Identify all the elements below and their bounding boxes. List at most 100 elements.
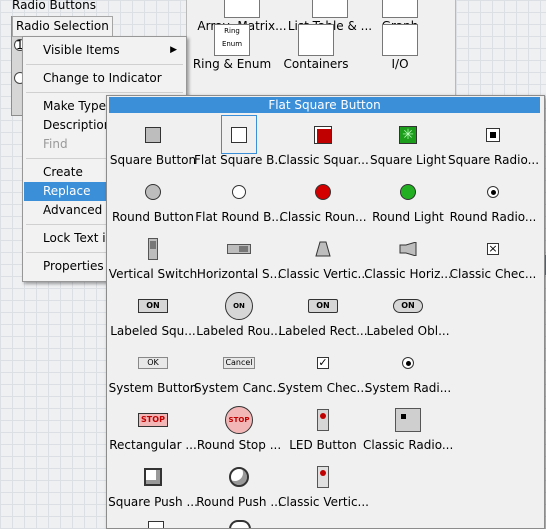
palette-item-round-push[interactable]: Round Push ... <box>196 457 282 514</box>
palette-item-round-light[interactable]: Round Light <box>365 172 451 229</box>
menu-separator <box>26 64 183 65</box>
item-label: Classic Roun... <box>279 210 367 224</box>
item-label: Classic Radio... <box>363 438 453 452</box>
palette-item-classic-vertical-slide[interactable]: Classic Vertic... <box>278 457 368 514</box>
item-label: Round Stop ... <box>196 438 282 452</box>
item-label: Square Push ... <box>108 495 198 509</box>
square-light-icon: ✳ <box>399 126 417 144</box>
palette-item-round-radio[interactable]: Round Radio... <box>450 172 536 229</box>
item-label: Labeled Rect... <box>278 324 368 338</box>
palette-item-square-push[interactable]: Square Push ... <box>108 457 198 514</box>
system-checkbox-icon: ✓ <box>317 356 329 369</box>
palette-item-classic-checkbox[interactable]: × Classic Chec... <box>450 229 536 286</box>
palette-item-label: Containers <box>283 57 349 71</box>
radio-selection-title: Radio Selection 1 <box>12 16 113 52</box>
labeled-rectangular-button-icon: ON <box>308 299 338 313</box>
classic-vertical-slide-icon <box>317 466 329 488</box>
palette-item-round-button[interactable]: Round Button <box>110 172 196 229</box>
palette-item-io[interactable]: I/O <box>355 24 445 71</box>
item-label: System Canc... <box>194 381 284 395</box>
containers-icon <box>298 24 334 56</box>
palette-item-labeled-round[interactable]: ON Labeled Rou... <box>196 286 282 343</box>
rectangular-stop-button-icon: STOP <box>138 413 168 427</box>
square-button-icon <box>145 127 161 143</box>
palette-item-ring-enum[interactable]: Ring Enum Ring & Enum <box>187 24 277 71</box>
palette-item-horizontal-switch[interactable]: Horizontal S... <box>196 229 282 286</box>
palette-item-labeled-square[interactable]: ON Labeled Squ... <box>110 286 196 343</box>
item-label: System Button <box>108 381 198 395</box>
replace-palette: Flat Square Button Square Button Flat Sq… <box>106 95 545 529</box>
item-label: Flat Round B... <box>195 210 283 224</box>
flat-square-button-icon <box>231 126 247 143</box>
system-button-icon: OK <box>138 357 168 369</box>
vertical-switch-icon <box>148 238 158 260</box>
control-label: Radio Buttons <box>12 0 96 12</box>
array-matrix-icon <box>224 0 260 18</box>
round-light-icon <box>400 184 416 200</box>
palette-item-rectangular-stop[interactable]: STOP Rectangular ... <box>109 400 197 457</box>
io-icon <box>382 24 418 56</box>
item-label: System Chec... <box>278 381 368 395</box>
item-label: Round Light <box>372 210 444 224</box>
menu-separator <box>26 92 183 93</box>
item-label: Rectangular ... <box>109 438 197 452</box>
palette-item-classic-vertical-toggle[interactable]: Classic Vertic... <box>278 229 368 286</box>
classic-square-button-icon <box>314 126 332 144</box>
palette-item-system-radio[interactable]: System Radi... <box>365 343 451 400</box>
round-radio-icon <box>487 186 499 198</box>
palette-item-classic-round[interactable]: Classic Roun... <box>279 172 367 229</box>
menu-item-visible-items[interactable]: Visible Items ▶ <box>24 41 185 60</box>
labeled-oblong-button-icon: ON <box>393 299 423 313</box>
palette-item-led-button[interactable]: LED Button <box>280 400 366 457</box>
round-push-button-icon <box>229 467 249 487</box>
enum-icon-text: Enum <box>221 40 243 48</box>
palette-item-system-button[interactable]: OK System Button <box>108 343 198 400</box>
classic-vertical-toggle-icon <box>315 241 331 257</box>
palette-item-round-stop[interactable]: STOP Round Stop ... <box>196 400 282 457</box>
classic-radio-icon <box>395 408 421 432</box>
controls-palette: Array, Matrix... List,Table & ... Graph … <box>186 0 456 96</box>
palette-item-flat-square-button[interactable]: Flat Square B... <box>194 115 284 172</box>
next-row-item-icon <box>148 521 164 528</box>
palette-item-square-radio[interactable]: Square Radio... <box>448 115 538 172</box>
item-label: Labeled Rou... <box>196 324 282 338</box>
item-label: Classic Vertic... <box>278 495 368 509</box>
system-cancel-button-icon: Cancel <box>223 357 255 369</box>
ring-enum-icon: Ring Enum <box>214 24 250 56</box>
menu-item-label: Visible Items <box>43 43 120 57</box>
list-table-icon <box>312 0 348 18</box>
palette-item-vertical-switch[interactable]: Vertical Switch <box>108 229 198 286</box>
palette-item-square-light[interactable]: ✳ Square Light <box>365 115 451 172</box>
item-label: Square Radio... <box>448 153 538 167</box>
item-label: Square Light <box>369 153 446 167</box>
graph-icon <box>382 0 418 18</box>
item-label: Classic Squar... <box>278 153 368 167</box>
square-push-button-icon <box>144 468 162 486</box>
palette-item-system-checkbox[interactable]: ✓ System Chec... <box>278 343 368 400</box>
item-label: Round Radio... <box>449 210 537 224</box>
flat-round-button-icon <box>232 185 246 199</box>
palette-item-containers[interactable]: Containers <box>271 24 361 71</box>
item-label: Classic Horiz... <box>364 267 452 281</box>
palette-item-labeled-oblong[interactable]: ON Labeled Obl... <box>365 286 451 343</box>
system-radio-icon <box>402 357 414 369</box>
palette-item-flat-round-button[interactable]: Flat Round B... <box>195 172 283 229</box>
palette-title: Flat Square Button <box>109 97 540 113</box>
labeled-square-button-icon: ON <box>138 299 168 313</box>
palette-item-classic-horizontal-toggle[interactable]: Classic Horiz... <box>364 229 452 286</box>
item-label: Labeled Squ... <box>110 324 196 338</box>
palette-item-classic-square[interactable]: Classic Squar... <box>278 115 368 172</box>
palette-item-classic-radio[interactable]: Classic Radio... <box>363 400 453 457</box>
palette-item-labeled-rectangular[interactable]: ON Labeled Rect... <box>278 286 368 343</box>
palette-item-label: Ring & Enum <box>192 57 272 71</box>
item-label: Vertical Switch <box>108 267 198 281</box>
item-label: Round Push ... <box>196 495 282 509</box>
item-label: Classic Chec... <box>449 267 537 281</box>
round-stop-button-icon: STOP <box>225 406 253 434</box>
menu-item-change-to-indicator[interactable]: Change to Indicator <box>24 69 185 88</box>
palette-item-system-cancel[interactable]: Cancel System Canc... <box>194 343 284 400</box>
palette-item-square-button[interactable]: Square Button <box>110 115 196 172</box>
ring-icon-text: Ring <box>224 27 240 35</box>
square-radio-icon <box>486 128 500 142</box>
item-label: LED Button <box>289 438 357 452</box>
